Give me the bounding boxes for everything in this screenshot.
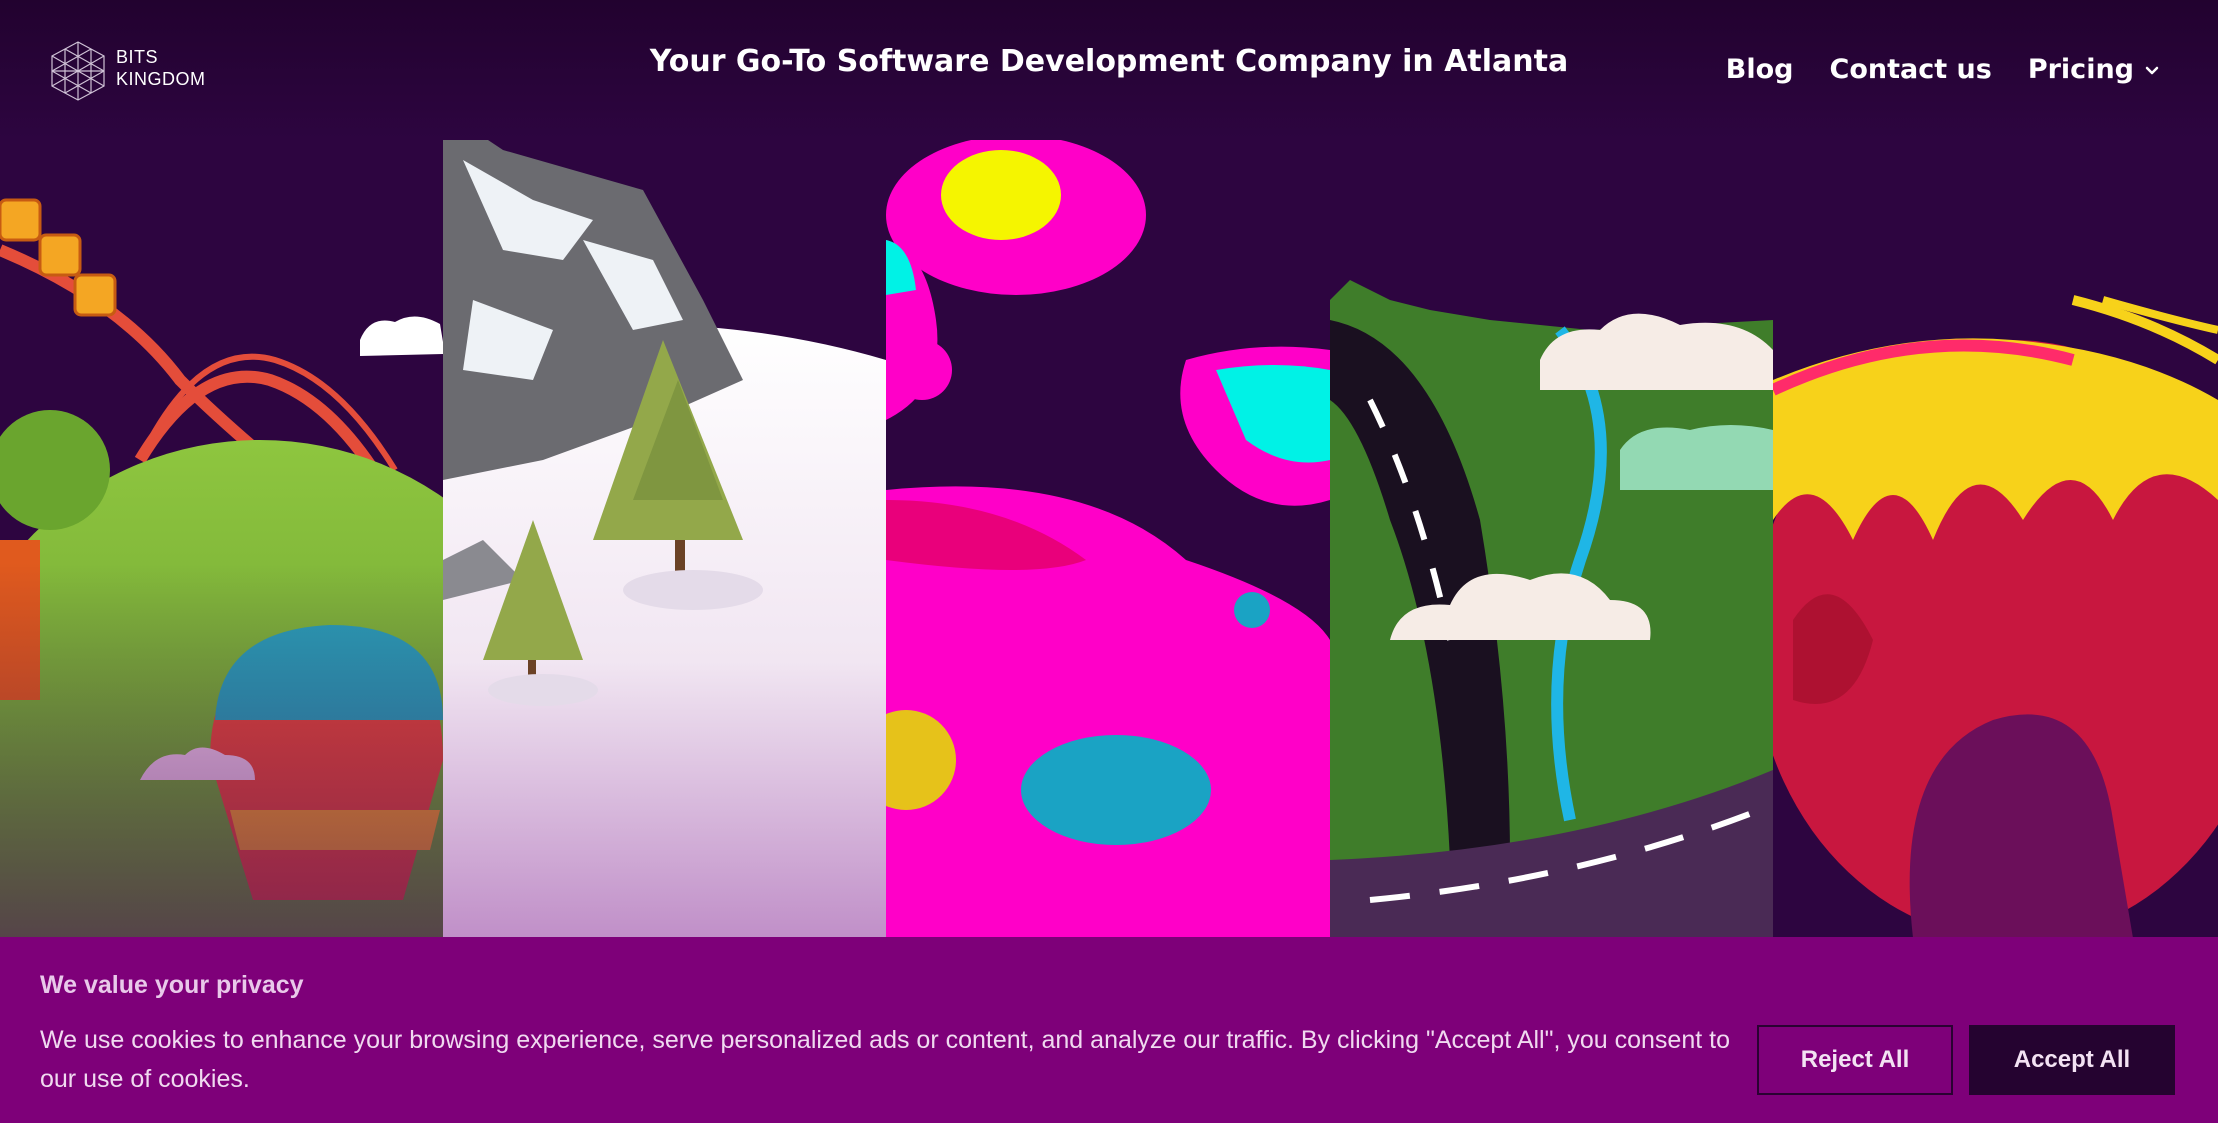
nav-blog-label: Blog [1725,54,1794,85]
cookie-banner-text: We use cookies to enhance your browsing … [40,1026,1730,1093]
nav-blog[interactable]: Blog [1726,54,1794,85]
hero-panel-amusement-park [0,0,443,938]
hero-panel-snowy-mountain [443,0,886,938]
hero-panel-fiery-planet [1773,0,2218,938]
chevron-down-icon [2145,66,2159,74]
nav-pricing[interactable]: Pricing [2028,54,2160,85]
cookie-consent-banner: We value your privacy We use cookies to … [0,937,2218,1123]
hero-panels [0,0,2218,938]
hero-panel-pink-blobs [886,0,1330,938]
reject-all-button[interactable]: Reject All [1757,1025,1953,1095]
nav-contact-label: Contact us [1829,54,1992,85]
main-nav: Blog Contact us Pricing [1726,54,2160,85]
hero-panel-green-road [1330,0,1773,938]
accept-all-button[interactable]: Accept All [1969,1025,2175,1095]
cookie-banner-title: We value your privacy [40,971,304,999]
nav-contact-us[interactable]: Contact us [1830,54,1992,85]
site-header: BITS KINGDOM Your Go-To Software Develop… [0,0,2218,140]
nav-pricing-label: Pricing [2027,54,2134,85]
